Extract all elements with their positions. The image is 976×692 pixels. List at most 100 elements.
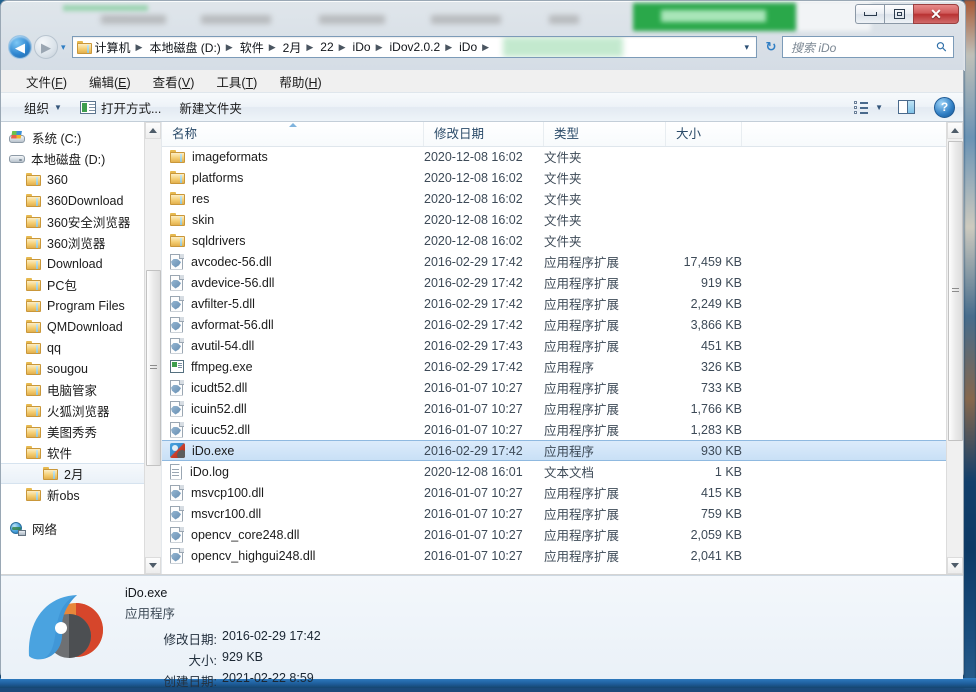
breadcrumb-separator-icon: ▶ [269, 42, 276, 53]
preview-pane-button[interactable] [889, 97, 924, 117]
search-box[interactable]: 搜索 iDo ⚲ [782, 36, 954, 58]
menu-item-0[interactable]: 文件(F) [15, 70, 78, 93]
file-scroll-down-button[interactable] [947, 557, 963, 574]
address-bar[interactable]: 计算机▶本地磁盘 (D:)▶软件▶2月▶22▶iDo▶iDov2.0.2▶iDo… [72, 36, 757, 58]
sidebar-item-8[interactable]: Program Files [1, 295, 161, 316]
menu-item-3[interactable]: 工具(T) [205, 70, 268, 93]
recent-locations-icon[interactable]: ▾ [61, 42, 66, 53]
folder-icon [26, 194, 41, 207]
change-view-button[interactable]: ▼ [848, 98, 889, 117]
table-row[interactable]: skin2020-12-08 16:02文件夹 [162, 209, 946, 230]
sidebar-item-14[interactable]: 美图秀秀 [1, 421, 161, 442]
window-controls[interactable]: ✕ [855, 4, 959, 24]
nav-scroll-thumb[interactable] [146, 270, 161, 466]
column-header-date[interactable]: 修改日期 [424, 122, 544, 146]
breadcrumb-item[interactable]: 2月▶ [282, 37, 320, 57]
details-field-key: 创建日期: [125, 671, 217, 690]
sidebar-item-7[interactable]: PC包 [1, 274, 161, 295]
table-row[interactable]: iDo.log2020-12-08 16:01文本文档1 KB [162, 461, 946, 482]
file-name-label: sqldrivers [192, 234, 246, 248]
sidebar-item-1[interactable]: 本地磁盘 (D:) [1, 148, 161, 169]
breadcrumb-item[interactable]: 软件▶ [239, 37, 282, 57]
sidebar-item-5[interactable]: 360浏览器 [1, 232, 161, 253]
sidebar-item-9[interactable]: QMDownload [1, 316, 161, 337]
column-header-type[interactable]: 类型 [544, 122, 666, 146]
menu-item-2[interactable]: 查看(V) [142, 70, 206, 93]
file-scroll-up-button[interactable] [947, 122, 963, 139]
address-dropdown-icon[interactable]: ▾ [737, 42, 756, 53]
minimize-button[interactable] [855, 4, 884, 24]
file-type-cell: 文件夹 [544, 147, 666, 166]
search-input[interactable]: 搜索 iDo [783, 39, 836, 56]
table-row[interactable]: icudt52.dll2016-01-07 10:27应用程序扩展733 KB [162, 377, 946, 398]
dll-file-icon [170, 401, 184, 417]
table-row[interactable]: sqldrivers2020-12-08 16:02文件夹 [162, 230, 946, 251]
table-row[interactable]: res2020-12-08 16:02文件夹 [162, 188, 946, 209]
file-scrollbar[interactable] [946, 122, 963, 574]
file-name-label: skin [192, 213, 214, 227]
sidebar-item-15[interactable]: 软件 [1, 442, 161, 463]
details-fields: 修改日期:2016-02-29 17:42大小:929 KB创建日期:2021-… [125, 629, 321, 690]
organize-button[interactable]: 组织 ▼ [15, 95, 71, 120]
sidebar-item-2[interactable]: 360 [1, 169, 161, 190]
sidebar-item-label: 360 [47, 173, 68, 187]
table-row[interactable]: avutil-54.dll2016-02-29 17:43应用程序扩展451 K… [162, 335, 946, 356]
file-size-cell: 326 KB [666, 360, 742, 374]
table-row[interactable]: avformat-56.dll2016-02-29 17:42应用程序扩展3,8… [162, 314, 946, 335]
column-header-name[interactable]: 名称 [162, 122, 424, 146]
sidebar-item-13[interactable]: 火狐浏览器 [1, 400, 161, 421]
breadcrumb-item[interactable]: 本地磁盘 (D:)▶ [148, 37, 238, 57]
table-row[interactable]: opencv_core248.dll2016-01-07 10:27应用程序扩展… [162, 524, 946, 545]
table-row[interactable]: iDo.exe2016-02-29 17:42应用程序930 KB [162, 440, 946, 461]
sidebar-item-6[interactable]: Download [1, 253, 161, 274]
breadcrumb-item[interactable]: iDo▶ [352, 37, 389, 57]
nav-scroll-up-button[interactable] [145, 122, 161, 139]
table-row[interactable]: platforms2020-12-08 16:02文件夹 [162, 167, 946, 188]
executable-file-icon [170, 360, 184, 374]
table-row[interactable]: icuin52.dll2016-01-07 10:27应用程序扩展1,766 K… [162, 398, 946, 419]
sidebar-item-3[interactable]: 360Download [1, 190, 161, 211]
folder-icon [26, 341, 41, 354]
sidebar-item-18[interactable]: 网络 [1, 518, 161, 539]
table-row[interactable]: opencv_highgui248.dll2016-01-07 10:27应用程… [162, 545, 946, 566]
nav-scrollbar[interactable] [144, 122, 161, 574]
table-row[interactable]: icuuc52.dll2016-01-07 10:27应用程序扩展1,283 K… [162, 419, 946, 440]
table-row[interactable]: ffmpeg.exe2016-02-29 17:42应用程序326 KB [162, 356, 946, 377]
sidebar-item-4[interactable]: 360安全浏览器 [1, 211, 161, 232]
refresh-button[interactable]: ↻ [760, 36, 782, 58]
file-scroll-thumb[interactable] [948, 141, 963, 441]
column-headers[interactable]: 名称修改日期类型大小 [162, 122, 963, 147]
sidebar-item-17[interactable]: 新obs [1, 484, 161, 505]
file-name-cell: avcodec-56.dll [162, 254, 424, 270]
help-button[interactable]: ? [934, 97, 955, 118]
sidebar-item-11[interactable]: sougou [1, 358, 161, 379]
menu-item-4[interactable]: 帮助(H) [268, 70, 332, 93]
close-button[interactable]: ✕ [913, 4, 959, 24]
sidebar-item-10[interactable]: qq [1, 337, 161, 358]
new-folder-button[interactable]: 新建文件夹 [170, 95, 251, 120]
nav-scroll-down-button[interactable] [145, 557, 161, 574]
menu-item-1[interactable]: 编辑(E) [78, 70, 142, 93]
forward-button[interactable]: ▶ [34, 35, 58, 59]
breadcrumb-item[interactable]: iDov2.0.2▶ [388, 37, 458, 57]
breadcrumb-item[interactable]: iDo▶ [458, 37, 495, 57]
maximize-button[interactable] [884, 4, 913, 24]
breadcrumb-item[interactable]: 22▶ [319, 37, 351, 57]
open-with-button[interactable]: 打开方式... [71, 95, 170, 120]
sidebar-item-12[interactable]: 电脑管家 [1, 379, 161, 400]
table-row[interactable]: msvcr100.dll2016-01-07 10:27应用程序扩展759 KB [162, 503, 946, 524]
table-row[interactable]: imageformats2020-12-08 16:02文件夹 [162, 146, 946, 167]
breadcrumb-separator-icon: ▶ [339, 42, 346, 53]
file-name-cell: sqldrivers [162, 234, 424, 248]
table-row[interactable]: avcodec-56.dll2016-02-29 17:42应用程序扩展17,4… [162, 251, 946, 272]
table-row[interactable]: avdevice-56.dll2016-02-29 17:42应用程序扩展919… [162, 272, 946, 293]
column-header-size[interactable]: 大小 [666, 122, 742, 146]
table-row[interactable]: avfilter-5.dll2016-02-29 17:42应用程序扩展2,24… [162, 293, 946, 314]
sidebar-item-16[interactable]: 2月 [1, 463, 161, 484]
file-date-cell: 2016-01-07 10:27 [424, 507, 544, 521]
table-row[interactable]: msvcp100.dll2016-01-07 10:27应用程序扩展415 KB [162, 482, 946, 503]
sidebar-item-0[interactable]: 系统 (C:) [1, 127, 161, 148]
back-button[interactable]: ◀ [8, 35, 32, 59]
refresh-icon: ↻ [766, 39, 777, 55]
breadcrumb-item[interactable]: 计算机▶ [94, 37, 149, 57]
